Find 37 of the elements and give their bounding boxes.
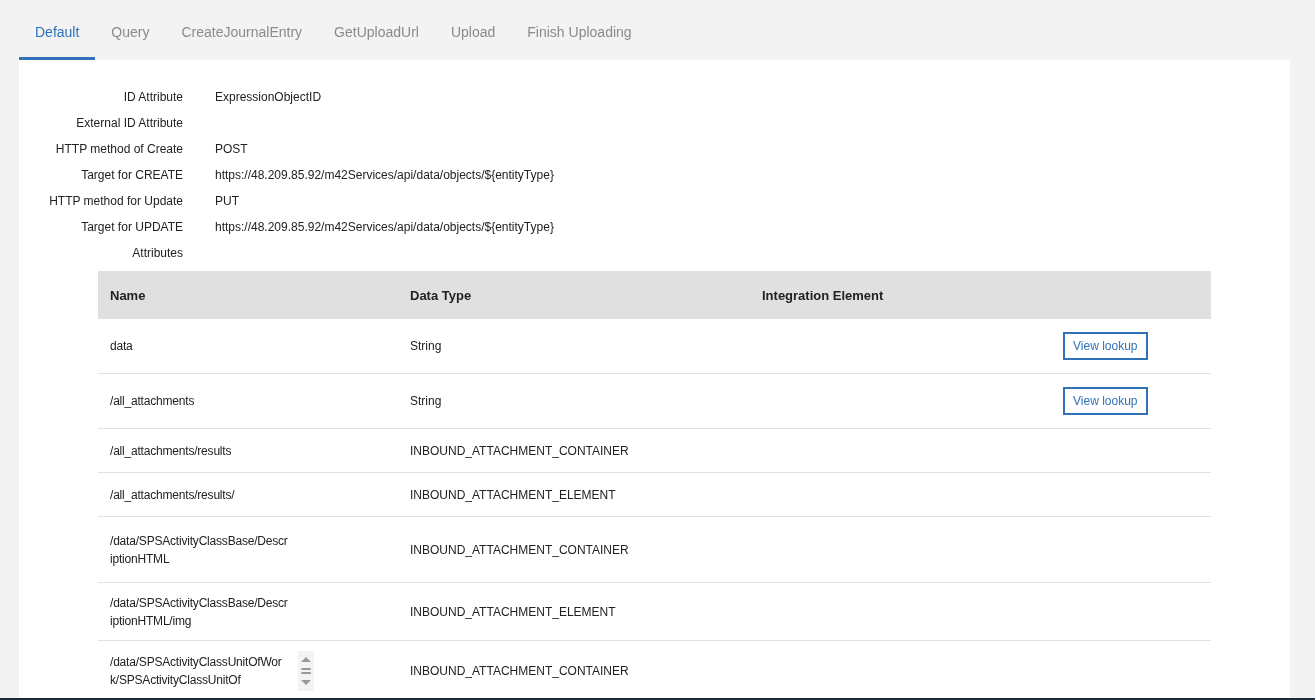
tab[interactable]: Query <box>95 0 166 60</box>
column-header: Integration Element <box>762 287 885 303</box>
view-lookup-button[interactable]: View lookup <box>1063 387 1148 415</box>
table-cell-text: data <box>110 338 134 355</box>
field-label: Target for CREATE <box>80 168 183 183</box>
table-cell-text: INBOUND_ATTACHMENT_ELEMENT <box>410 603 617 621</box>
table-cell-text: String <box>410 338 443 355</box>
field-value: PUT <box>215 194 240 209</box>
table-cell-text: /all_attachments <box>110 393 196 410</box>
table-cell-text: INBOUND_ATTACHMENT_CONTAINER <box>410 663 630 680</box>
field-label: External ID Attribute <box>75 116 183 131</box>
table-cell-text: INBOUND_ATTACHMENT_CONTAINER <box>410 541 630 559</box>
field-label: HTTP method for Update <box>48 194 183 209</box>
field-value: https://48.209.85.92/m42Services/api/data/objects/${entityType} <box>215 220 555 235</box>
field-value: ExpressionObjectID <box>215 90 323 105</box>
table-cell-text: /all_attachments/results <box>110 442 233 460</box>
table-cell-text: /data/SPSActivityClassBase/DescriptionHTML <box>110 532 289 568</box>
field-label: ID Attribute <box>122 90 183 105</box>
column-header: Data Type <box>410 287 473 303</box>
field-label: Attributes <box>131 246 183 261</box>
view-lookup-button[interactable]: View lookup <box>1063 332 1148 360</box>
field-value: https://48.209.85.92/m42Services/api/data/objects/${entityType} <box>215 168 555 183</box>
table-cell-text: /all_attachments/results/ <box>110 486 236 504</box>
table-cell-text: INBOUND_ATTACHMENT_ELEMENT <box>410 486 617 504</box>
tab[interactable]: Upload <box>434 0 512 60</box>
table-cell-text: /data/SPSActivityClassUnitOfWork/SPSActivityClassUnitOf <box>110 654 283 689</box>
table-cell-text: /data/SPSActivityClassBase/DescriptionHTML/img <box>110 594 289 630</box>
tab[interactable]: GetUploadUrl <box>318 0 435 60</box>
table-cell-text: INBOUND_ATTACHMENT_CONTAINER <box>410 442 630 460</box>
tab[interactable]: CreateJournalEntry <box>165 0 319 60</box>
scroll-arrows-icon[interactable] <box>298 651 314 691</box>
tab[interactable]: Finish Uploading <box>511 0 648 60</box>
column-header: Name <box>110 287 147 303</box>
table-cell-text: String <box>410 393 443 410</box>
field-label: Target for UPDATE <box>80 220 183 235</box>
field-label: HTTP method of Create <box>54 142 183 157</box>
field-value: POST <box>215 142 249 157</box>
